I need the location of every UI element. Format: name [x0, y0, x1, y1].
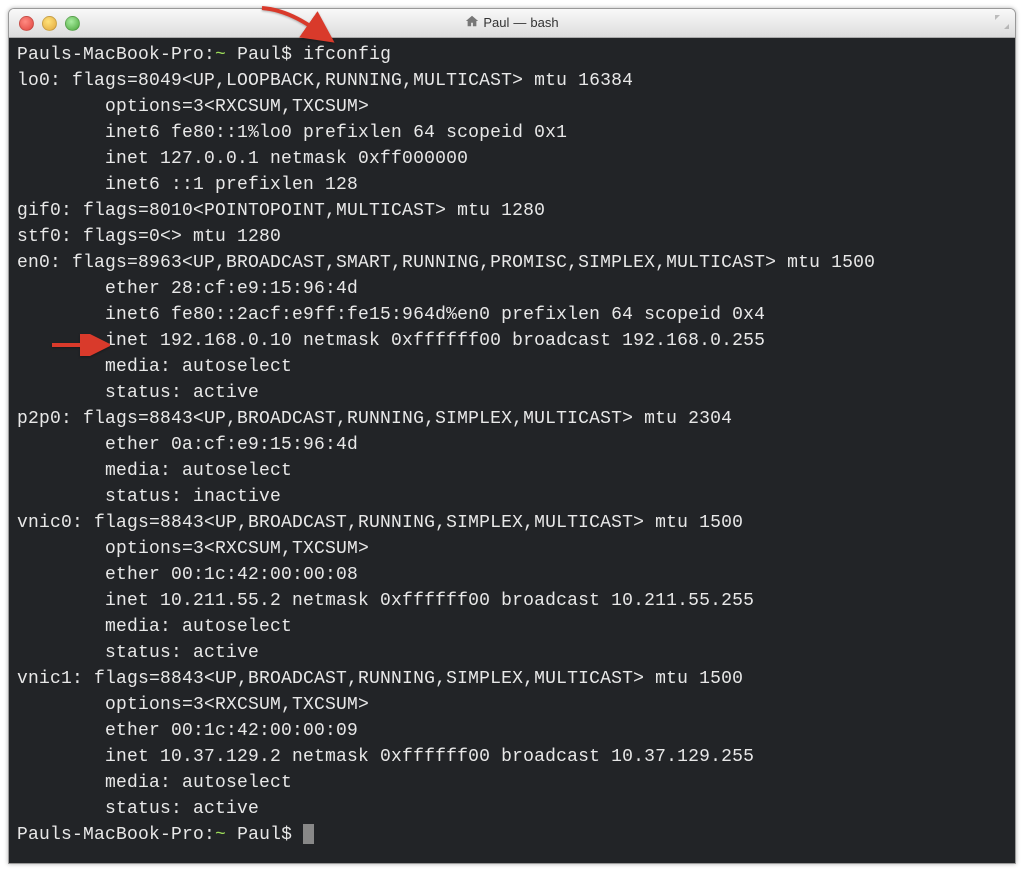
prompt-path: ~ [215, 825, 226, 845]
output-line: gif0: flags=8010<POINTOPOINT,MULTICAST> … [17, 201, 545, 221]
close-button[interactable] [19, 16, 34, 31]
title-sep: — [513, 15, 526, 30]
output-line: en0: flags=8963<UP,BROADCAST,SMART,RUNNI… [17, 253, 875, 273]
output-line: stf0: flags=0<> mtu 1280 [17, 227, 281, 247]
output-line: inet 127.0.0.1 netmask 0xff000000 [17, 149, 468, 169]
output-line: options=3<RXCSUM,TXCSUM> [17, 695, 369, 715]
output-line: status: active [17, 643, 259, 663]
title-area: Paul — bash [9, 14, 1015, 33]
output-line: status: active [17, 799, 259, 819]
output-line: inet6 ::1 prefixlen 128 [17, 175, 358, 195]
output-line: options=3<RXCSUM,TXCSUM> [17, 539, 369, 559]
output-line: status: active [17, 383, 259, 403]
cursor [303, 824, 314, 844]
minimize-button[interactable] [42, 16, 57, 31]
output-line: inet 10.211.55.2 netmask 0xffffff00 broa… [17, 591, 754, 611]
output-line: ether 00:1c:42:00:00:08 [17, 565, 358, 585]
terminal-body[interactable]: Pauls-MacBook-Pro:~ Paul$ ifconfig lo0: … [9, 38, 1015, 864]
prompt-user: Paul$ [226, 825, 303, 845]
output-line: inet 10.37.129.2 netmask 0xffffff00 broa… [17, 747, 754, 767]
output-line: inet6 fe80::2acf:e9ff:fe15:964d%en0 pref… [17, 305, 765, 325]
traffic-lights [19, 16, 80, 31]
output-line: inet6 fe80::1%lo0 prefixlen 64 scopeid 0… [17, 123, 567, 143]
output-line: media: autoselect [17, 617, 292, 637]
output-line: p2p0: flags=8843<UP,BROADCAST,RUNNING,SI… [17, 409, 732, 429]
prompt-path: ~ [215, 45, 226, 65]
titlebar[interactable]: Paul — bash [9, 9, 1015, 38]
output-line: media: autoselect [17, 773, 292, 793]
output-line: ether 00:1c:42:00:00:09 [17, 721, 358, 741]
output-line: options=3<RXCSUM,TXCSUM> [17, 97, 369, 117]
output-line: ether 0a:cf:e9:15:96:4d [17, 435, 358, 455]
output-line: ether 28:cf:e9:15:96:4d [17, 279, 358, 299]
fullscreen-icon[interactable] [995, 15, 1009, 34]
prompt-user: Paul$ [226, 45, 303, 65]
title-shell: bash [530, 15, 558, 30]
output-line: media: autoselect [17, 461, 292, 481]
home-icon [465, 14, 479, 31]
command-text: ifconfig [303, 45, 391, 65]
prompt-host: Pauls-MacBook-Pro: [17, 825, 215, 845]
output-line: vnic1: flags=8843<UP,BROADCAST,RUNNING,S… [17, 669, 743, 689]
output-line: status: inactive [17, 487, 281, 507]
zoom-button[interactable] [65, 16, 80, 31]
output-line: inet 192.168.0.10 netmask 0xffffff00 bro… [17, 331, 765, 351]
terminal-window: Paul — bash Pauls-MacBook-Pro:~ Paul$ if… [8, 8, 1016, 864]
output-line: lo0: flags=8049<UP,LOOPBACK,RUNNING,MULT… [17, 71, 633, 91]
output-line: media: autoselect [17, 357, 292, 377]
title-user: Paul [483, 15, 509, 30]
output-line: vnic0: flags=8843<UP,BROADCAST,RUNNING,S… [17, 513, 743, 533]
prompt-host: Pauls-MacBook-Pro: [17, 45, 215, 65]
